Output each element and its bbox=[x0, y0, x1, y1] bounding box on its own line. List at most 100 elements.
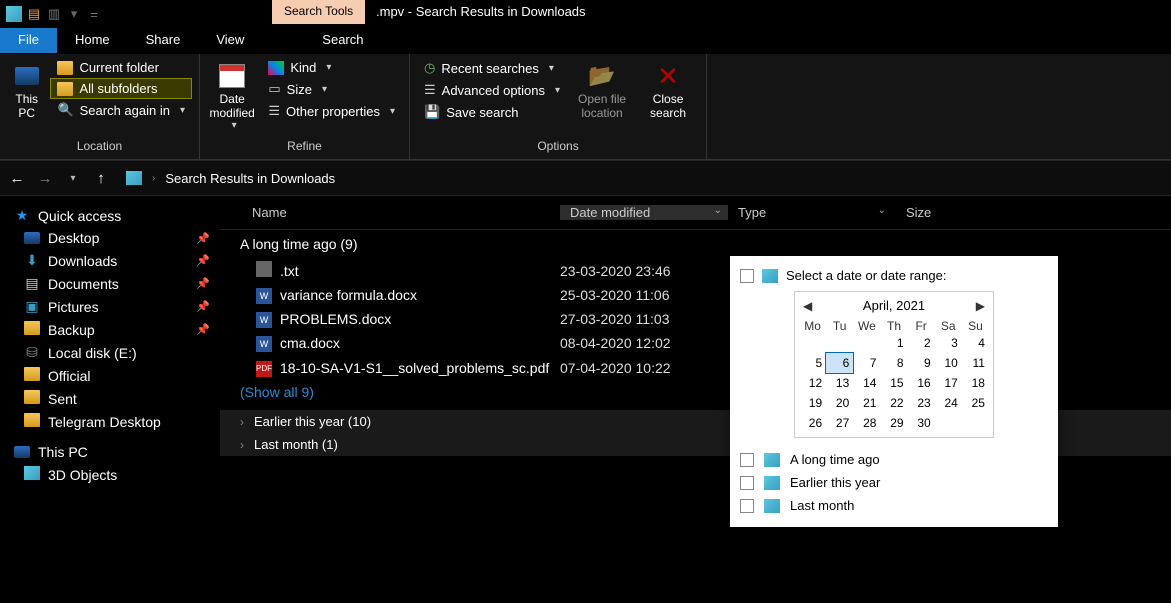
sidebar-item-downloads[interactable]: ⬇Downloads📌 bbox=[0, 249, 220, 272]
tab-share[interactable]: Share bbox=[128, 28, 199, 53]
search-location-icon bbox=[126, 171, 142, 185]
cal-day[interactable]: 10 bbox=[935, 353, 962, 373]
save-search-button[interactable]: 💾Save search bbox=[418, 102, 566, 122]
folder-icon bbox=[24, 390, 40, 407]
group-header[interactable]: A long time ago (9) bbox=[220, 230, 1171, 258]
cal-day[interactable]: 21 bbox=[853, 393, 880, 413]
breadcrumb[interactable]: › Search Results in Downloads bbox=[126, 171, 335, 186]
sidebar-item-pictures[interactable]: ▣Pictures📌 bbox=[0, 295, 220, 318]
cal-day[interactable]: 20 bbox=[826, 393, 853, 413]
nav-forward-button[interactable]: → bbox=[36, 170, 54, 187]
cal-day bbox=[962, 413, 989, 433]
window-icon bbox=[6, 6, 22, 22]
current-folder-button[interactable]: Current folder bbox=[51, 58, 191, 77]
cal-day[interactable]: 4 bbox=[962, 333, 989, 353]
tab-home[interactable]: Home bbox=[57, 28, 128, 53]
date-option[interactable]: A long time ago bbox=[740, 448, 1048, 471]
all-subfolders-button[interactable]: All subfolders bbox=[51, 79, 191, 98]
cal-day[interactable]: 24 bbox=[935, 393, 962, 413]
dropdown-icon[interactable]: ⌄ bbox=[714, 205, 722, 220]
open-file-location-button[interactable]: 📂 Open file location bbox=[572, 58, 632, 120]
checkbox[interactable] bbox=[740, 453, 754, 467]
cal-day[interactable]: 23 bbox=[908, 393, 935, 413]
open-location-icon: 📂 bbox=[588, 62, 616, 90]
cal-day[interactable]: 15 bbox=[880, 373, 907, 393]
size-button[interactable]: ▭Size bbox=[262, 79, 401, 99]
nav-history-button[interactable]: ▾ bbox=[64, 173, 82, 184]
sidebar-this-pc[interactable]: This PC bbox=[0, 441, 220, 463]
sidebar-item-official[interactable]: Official bbox=[0, 364, 220, 387]
cal-day[interactable]: 19 bbox=[799, 393, 826, 413]
cal-day[interactable]: 3 bbox=[935, 333, 962, 353]
nav-back-button[interactable]: ← bbox=[8, 170, 26, 187]
cal-day[interactable]: 30 bbox=[908, 413, 935, 433]
other-properties-button[interactable]: ☰Other properties bbox=[262, 101, 401, 121]
ql-overflow[interactable]: = bbox=[86, 6, 102, 22]
sidebar-item-3d-objects[interactable]: 3D Objects bbox=[0, 463, 220, 486]
select-range-checkbox[interactable] bbox=[740, 269, 754, 283]
col-date-modified[interactable]: Date modified⌄ bbox=[560, 205, 728, 220]
kind-button[interactable]: Kind bbox=[262, 58, 401, 77]
date-modified-button[interactable]: Date modified bbox=[208, 58, 256, 131]
cal-next-button[interactable]: ▶ bbox=[976, 299, 985, 313]
cal-day[interactable]: 14 bbox=[853, 373, 880, 393]
sidebar-item-documents[interactable]: ▤Documents📌 bbox=[0, 272, 220, 295]
cal-month-label[interactable]: April, 2021 bbox=[863, 298, 925, 313]
date-option[interactable]: Earlier this year bbox=[740, 471, 1048, 494]
clock-icon: ◷ bbox=[424, 60, 435, 76]
cal-day[interactable]: 1 bbox=[880, 333, 907, 353]
sidebar-item-telegram-desktop[interactable]: Telegram Desktop bbox=[0, 410, 220, 433]
cal-day[interactable]: 16 bbox=[908, 373, 935, 393]
cal-day[interactable]: 28 bbox=[853, 413, 880, 433]
cal-day[interactable]: 25 bbox=[962, 393, 989, 413]
sidebar-item-desktop[interactable]: Desktop📌 bbox=[0, 227, 220, 249]
cal-day[interactable]: 9 bbox=[908, 353, 935, 373]
cal-day[interactable]: 5 bbox=[799, 353, 826, 373]
checkbox[interactable] bbox=[740, 476, 754, 490]
cal-day[interactable]: 7 bbox=[853, 353, 880, 373]
tab-search[interactable]: Search bbox=[304, 28, 381, 53]
sidebar-item-sent[interactable]: Sent bbox=[0, 387, 220, 410]
col-name[interactable]: Name bbox=[242, 205, 560, 220]
recent-searches-button[interactable]: ◷Recent searches bbox=[418, 58, 566, 78]
save-ql-icon[interactable]: ▤ bbox=[26, 6, 42, 22]
folder-icon bbox=[57, 61, 73, 75]
sidebar-quick-access[interactable]: ★Quick access bbox=[0, 204, 220, 227]
cal-dow: Fr bbox=[908, 319, 935, 333]
cal-day[interactable]: 12 bbox=[799, 373, 826, 393]
contextual-tab-search-tools[interactable]: Search Tools bbox=[272, 0, 365, 24]
chevron-right-icon: › bbox=[152, 173, 155, 184]
cal-day[interactable]: 6 bbox=[826, 353, 853, 373]
close-search-button[interactable]: ✕ Close search bbox=[638, 58, 698, 120]
col-size[interactable]: Size bbox=[896, 205, 996, 220]
tab-file[interactable]: File bbox=[0, 28, 57, 53]
cal-day[interactable]: 13 bbox=[826, 373, 853, 393]
advanced-options-button[interactable]: ☰Advanced options bbox=[418, 80, 566, 100]
cal-day[interactable]: 26 bbox=[799, 413, 826, 433]
cal-day[interactable]: 18 bbox=[962, 373, 989, 393]
save-icon: 💾 bbox=[424, 104, 440, 120]
tab-view[interactable]: View bbox=[198, 28, 262, 53]
cal-day[interactable]: 29 bbox=[880, 413, 907, 433]
cal-day[interactable]: 17 bbox=[935, 373, 962, 393]
checkbox[interactable] bbox=[740, 499, 754, 513]
props-ql-icon[interactable]: ▥ bbox=[46, 6, 62, 22]
col-type[interactable]: Type⌄ bbox=[728, 205, 896, 220]
breadcrumb-text[interactable]: Search Results in Downloads bbox=[165, 171, 335, 186]
size-icon: ▭ bbox=[268, 81, 280, 97]
sidebar-item-local-disk-e-[interactable]: ⛁Local disk (E:) bbox=[0, 341, 220, 364]
cal-day[interactable]: 8 bbox=[880, 353, 907, 373]
cal-day[interactable]: 22 bbox=[880, 393, 907, 413]
this-pc-button[interactable]: This PC bbox=[8, 58, 45, 120]
sidebar-item-backup[interactable]: Backup📌 bbox=[0, 318, 220, 341]
folder-stack-icon bbox=[57, 82, 73, 96]
cal-prev-button[interactable]: ◀ bbox=[803, 299, 812, 313]
date-option[interactable]: Last month bbox=[740, 494, 1048, 517]
cal-day[interactable]: 2 bbox=[908, 333, 935, 353]
nav-up-button[interactable]: ↑ bbox=[92, 170, 110, 187]
cal-day[interactable]: 27 bbox=[826, 413, 853, 433]
cube-icon bbox=[764, 499, 780, 513]
cal-day[interactable]: 11 bbox=[962, 353, 989, 373]
cal-dow: Th bbox=[880, 319, 907, 333]
search-again-in-button[interactable]: 🔍Search again in bbox=[51, 100, 191, 120]
